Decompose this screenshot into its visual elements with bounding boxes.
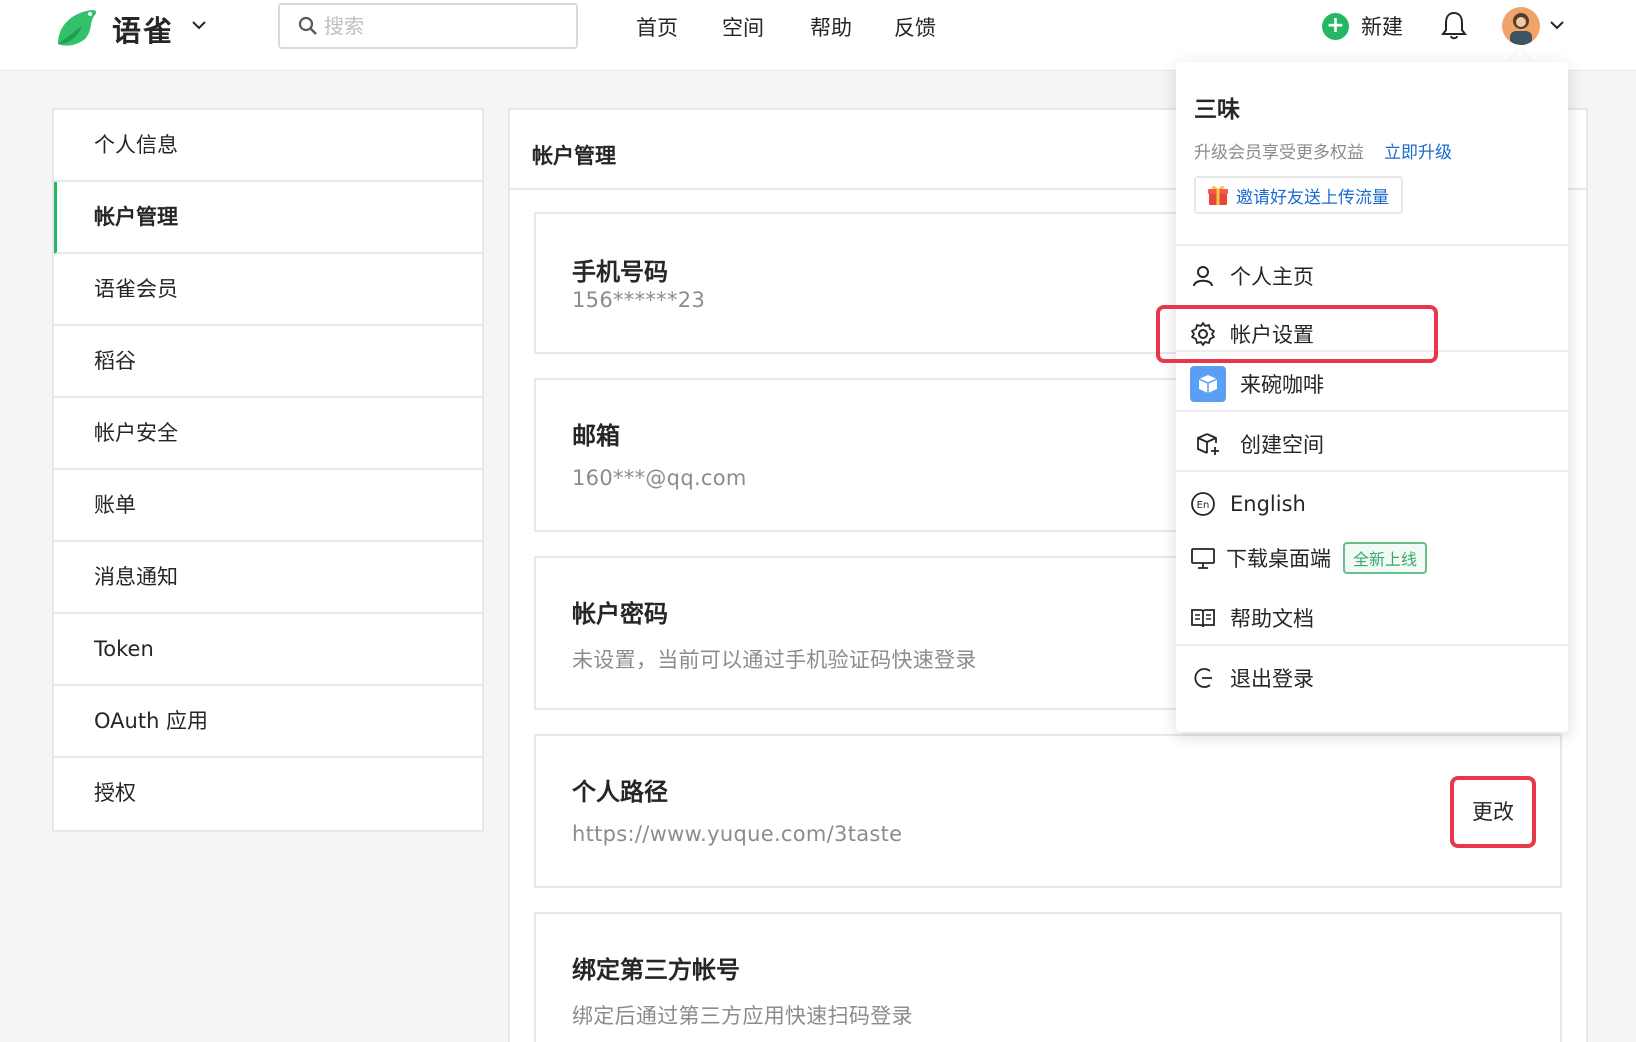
avatar-image-icon	[1502, 7, 1540, 45]
sidebar-item-token[interactable]: Token	[54, 614, 482, 686]
sidebar-item-notifications[interactable]: 消息通知	[54, 542, 482, 614]
card-value: 160***@qq.com	[572, 466, 747, 490]
settings-sidebar: 个人信息 帐户管理 语雀会员 稻谷 帐户安全 账单 消息通知 Token OAu…	[52, 108, 484, 832]
divider	[1176, 644, 1568, 646]
top-header: 语雀 首页 空间 帮助 反馈 + 新建	[0, 0, 1636, 71]
new-button[interactable]: + 新建	[1322, 10, 1403, 42]
search-icon	[298, 16, 317, 35]
nav-home[interactable]: 首页	[636, 12, 678, 42]
menu-item-download-desktop[interactable]: 下载桌面端 全新上线	[1190, 538, 1428, 578]
username: 三味	[1194, 97, 1240, 123]
menu-item-label: 来碗咖啡	[1240, 373, 1324, 397]
brand-name[interactable]: 语雀	[112, 8, 174, 50]
upgrade-link[interactable]: 立即升级	[1384, 138, 1452, 163]
card-title: 绑定第三方帐号	[572, 956, 740, 984]
cube-icon	[1190, 366, 1226, 402]
user-dropdown-menu: 三味 升级会员享受更多权益 立即升级 邀请好友送上传流量 个人主页 帐户设置 来…	[1176, 62, 1568, 732]
bell-icon[interactable]	[1440, 10, 1468, 40]
menu-item-create-space[interactable]: 创建空间	[1190, 424, 1324, 464]
search-input[interactable]	[324, 11, 564, 41]
sidebar-item-security[interactable]: 帐户安全	[54, 398, 482, 470]
avatar[interactable]	[1502, 7, 1540, 45]
menu-item-logout[interactable]: 退出登录	[1190, 658, 1314, 698]
menu-item-help-docs[interactable]: 帮助文档	[1190, 598, 1314, 638]
menu-item-label: 退出登录	[1230, 667, 1314, 691]
yuque-logo-icon[interactable]	[52, 4, 100, 48]
nav-feedback[interactable]: 反馈	[894, 12, 936, 42]
card-value: https://www.yuque.com/3taste	[572, 822, 903, 846]
card-title: 邮箱	[572, 422, 620, 450]
sidebar-item-daogu[interactable]: 稻谷	[54, 326, 482, 398]
menu-item-profile[interactable]: 个人主页	[1190, 256, 1314, 296]
plus-icon: +	[1322, 12, 1349, 40]
upgrade-text: 升级会员享受更多权益	[1194, 143, 1364, 163]
search-box[interactable]	[278, 3, 578, 49]
new-badge: 全新上线	[1343, 542, 1428, 574]
invite-label: 邀请好友送上传流量	[1236, 187, 1389, 208]
chevron-down-icon[interactable]	[1546, 14, 1568, 36]
sidebar-item-authorization[interactable]: 授权	[54, 758, 482, 830]
settings-highlight-box	[1156, 305, 1438, 363]
divider	[1176, 244, 1568, 246]
menu-item-label: 下载桌面端	[1226, 547, 1331, 571]
sidebar-item-account-management[interactable]: 帐户管理	[54, 182, 482, 254]
invite-friends-button[interactable]: 邀请好友送上传流量	[1194, 176, 1403, 214]
book-icon	[1190, 605, 1216, 631]
card-value: 未设置，当前可以通过手机验证码快速登录	[572, 648, 977, 672]
card-value: 绑定后通过第三方应用快速扫码登录	[572, 1004, 913, 1028]
personal-path-card: 个人路径 https://www.yuque.com/3taste 更改	[534, 734, 1562, 888]
user-icon	[1190, 263, 1216, 289]
language-icon: En	[1190, 491, 1216, 517]
sidebar-item-billing[interactable]: 账单	[54, 470, 482, 542]
menu-item-coffee[interactable]: 来碗咖啡	[1190, 364, 1324, 404]
desktop-icon	[1190, 545, 1216, 571]
logout-icon	[1190, 665, 1216, 691]
chevron-down-icon[interactable]	[188, 14, 210, 36]
card-title: 帐户密码	[572, 600, 668, 628]
menu-item-language[interactable]: En English	[1190, 484, 1306, 524]
sidebar-item-membership[interactable]: 语雀会员	[54, 254, 482, 326]
sidebar-item-personal-info[interactable]: 个人信息	[54, 110, 482, 182]
svg-text:En: En	[1197, 500, 1210, 511]
card-title: 手机号码	[572, 258, 668, 286]
card-title: 个人路径	[572, 778, 668, 806]
new-button-label: 新建	[1361, 15, 1403, 39]
gift-icon	[1208, 185, 1228, 205]
menu-item-label: English	[1230, 492, 1306, 516]
menu-item-label: 个人主页	[1230, 265, 1314, 289]
nav-help[interactable]: 帮助	[810, 12, 852, 42]
divider	[1176, 410, 1568, 412]
create-space-icon	[1190, 431, 1226, 457]
change-path-button[interactable]: 更改	[1450, 776, 1536, 848]
divider	[1176, 470, 1568, 472]
sidebar-item-oauth[interactable]: OAuth 应用	[54, 686, 482, 758]
menu-item-label: 创建空间	[1240, 433, 1324, 457]
third-party-card: 绑定第三方帐号 绑定后通过第三方应用快速扫码登录	[534, 912, 1562, 1042]
page-title: 帐户管理	[532, 144, 616, 168]
menu-item-label: 帮助文档	[1230, 607, 1314, 631]
nav-spaces[interactable]: 空间	[722, 12, 764, 42]
card-value: 156******23	[572, 288, 706, 312]
